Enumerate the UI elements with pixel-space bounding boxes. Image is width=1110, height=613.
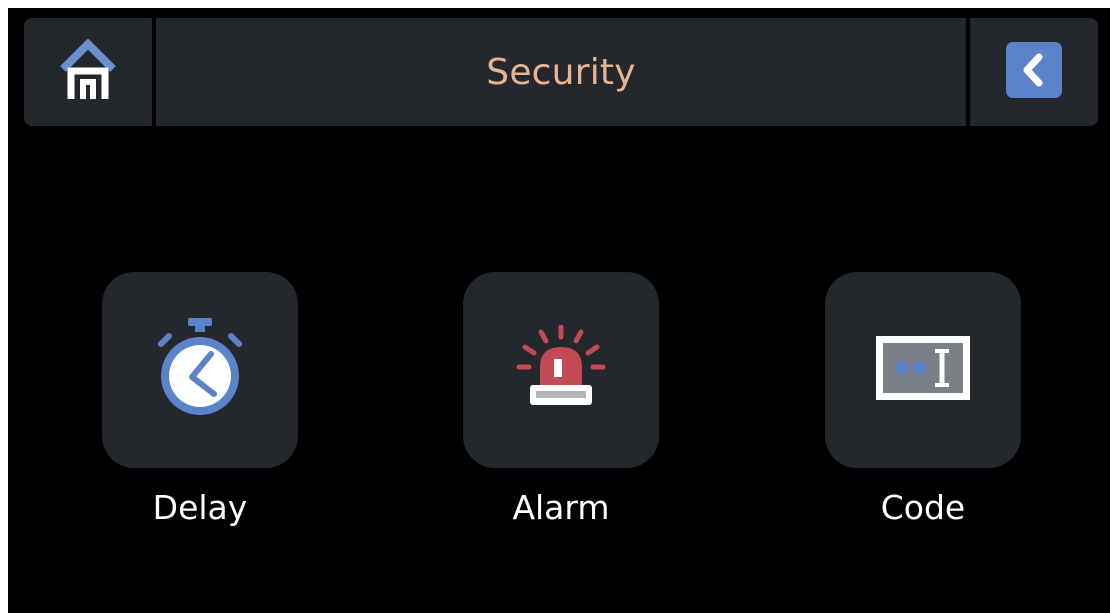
chevron-left-icon bbox=[1006, 42, 1062, 102]
header-bar: Security bbox=[24, 18, 1098, 126]
home-icon bbox=[59, 38, 117, 105]
delay-item: Delay bbox=[102, 272, 298, 527]
stopwatch-icon bbox=[152, 316, 248, 424]
code-item: Code bbox=[825, 272, 1021, 527]
delay-label: Delay bbox=[152, 488, 248, 527]
delay-button[interactable] bbox=[102, 272, 298, 468]
siren-icon bbox=[516, 324, 606, 415]
home-button[interactable] bbox=[24, 18, 152, 126]
alarm-item: Alarm bbox=[463, 272, 659, 527]
alarm-label: Alarm bbox=[512, 488, 610, 527]
alarm-button[interactable] bbox=[463, 272, 659, 468]
title-bar: Security bbox=[156, 18, 966, 126]
password-field-icon bbox=[874, 334, 972, 406]
screen: Security Delay Alarm Code bbox=[8, 8, 1110, 613]
code-button[interactable] bbox=[825, 272, 1021, 468]
page-title: Security bbox=[486, 51, 636, 93]
code-label: Code bbox=[880, 488, 966, 527]
back-button[interactable] bbox=[970, 18, 1098, 126]
